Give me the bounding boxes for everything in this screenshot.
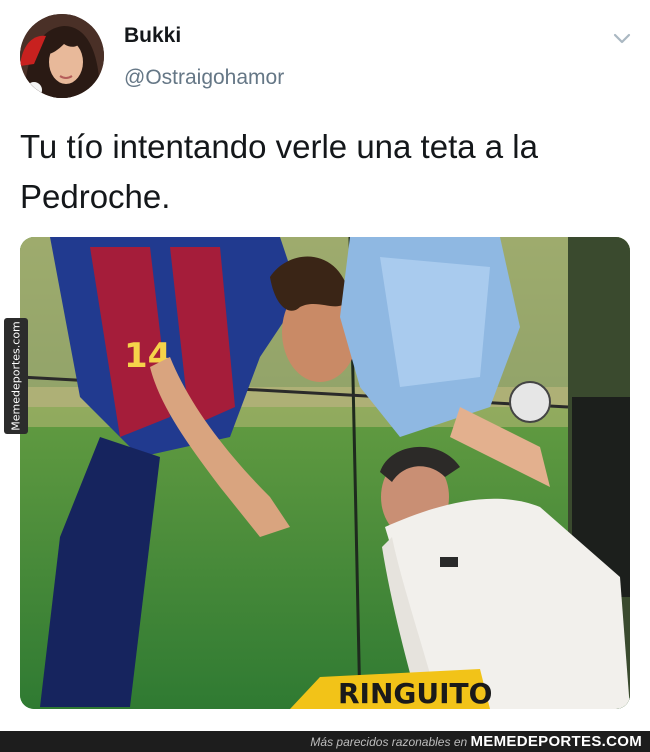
tweet-screenshot: Bukki @Ostraigohamor Tu tío intentando v… xyxy=(0,0,650,752)
footer-text: Más parecidos razonables en MEMEDEPORTES… xyxy=(310,733,642,750)
footer-brand[interactable]: MEMEDEPORTES.COM xyxy=(471,733,642,750)
avatar-image xyxy=(20,14,104,98)
side-watermark-text: Memedeportes.com xyxy=(9,321,23,431)
user-handle[interactable]: @Ostraigohamor xyxy=(124,66,284,90)
avatar[interactable] xyxy=(20,14,104,98)
display-name[interactable]: Bukki xyxy=(124,24,181,48)
tweet-text: Tu tío intentando verle una teta a la Pe… xyxy=(20,128,538,215)
banner-text: RINGUITO xyxy=(338,677,492,709)
meme-photo: 14 RINGUITO xyxy=(20,237,630,709)
side-watermark: Memedeportes.com xyxy=(4,318,28,434)
chevron-down-icon[interactable] xyxy=(610,28,634,48)
footer-watermark: Más parecidos razonables en MEMEDEPORTES… xyxy=(0,731,650,752)
tweet-media[interactable]: 14 RINGUITO xyxy=(20,237,630,709)
footer-prefix: Más parecidos razonables en xyxy=(310,735,468,749)
